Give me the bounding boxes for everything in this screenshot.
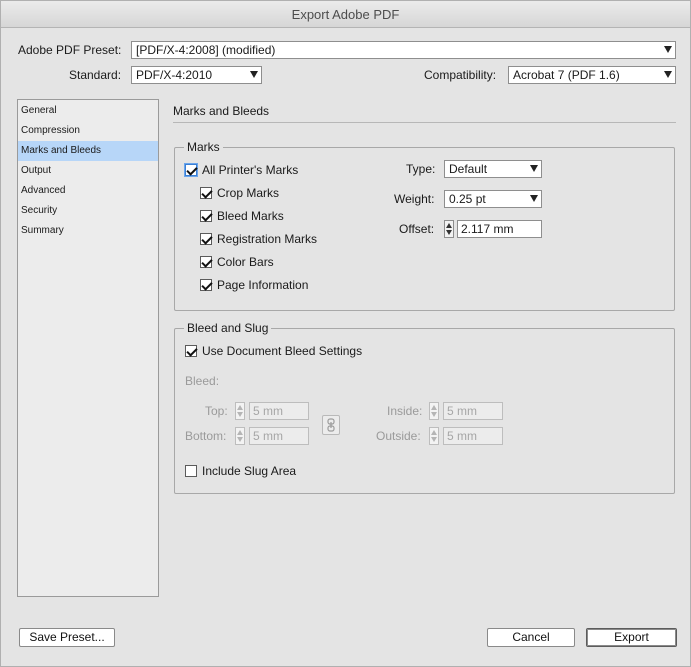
page-information-label: Page Information xyxy=(217,278,309,292)
preset-select[interactable]: [PDF/X-4:2008] (modified) xyxy=(131,41,676,59)
crop-marks-checkbox[interactable]: Crop Marks xyxy=(200,185,279,201)
checkmark-icon xyxy=(200,210,212,222)
crop-marks-label: Crop Marks xyxy=(217,186,280,200)
top-stepper-icon[interactable] xyxy=(235,402,245,420)
bottom-stepper-icon[interactable] xyxy=(235,427,245,445)
panel-divider xyxy=(173,122,676,123)
save-preset-button[interactable]: Save Preset... xyxy=(19,628,115,647)
type-select[interactable]: Default xyxy=(444,160,542,178)
window-title: Export Adobe PDF xyxy=(1,1,690,28)
compatibility-value: Acrobat 7 (PDF 1.6) xyxy=(513,68,620,82)
inside-stepper-icon[interactable] xyxy=(429,402,439,420)
checkmark-icon xyxy=(185,345,197,357)
bleed-marks-label: Bleed Marks xyxy=(217,209,284,223)
chevron-down-icon xyxy=(530,165,538,172)
color-bars-checkbox[interactable]: Color Bars xyxy=(200,254,274,270)
checkmark-icon xyxy=(185,164,197,176)
use-document-bleed-checkbox[interactable]: Use Document Bleed Settings xyxy=(185,343,362,359)
type-label: Type: xyxy=(406,162,436,176)
weight-value: 0.25 pt xyxy=(449,192,486,206)
bottom-label: Bottom: xyxy=(185,429,227,443)
marks-group-title: Marks xyxy=(184,140,223,154)
checkmark-icon xyxy=(200,256,212,268)
top-label: Top: xyxy=(205,404,228,418)
registration-marks-label: Registration Marks xyxy=(217,232,318,246)
checkmark-icon xyxy=(200,233,212,245)
sidebar-item-summary[interactable]: Summary xyxy=(18,221,158,241)
standard-label: Standard: xyxy=(69,68,122,82)
use-document-bleed-label: Use Document Bleed Settings xyxy=(202,344,363,358)
chevron-down-icon xyxy=(664,46,672,53)
color-bars-label: Color Bars xyxy=(217,255,274,269)
bleed-slug-group-title: Bleed and Slug xyxy=(184,321,272,335)
include-slug-checkbox[interactable]: Include Slug Area xyxy=(185,463,296,479)
chevron-down-icon xyxy=(530,195,538,202)
inside-label: Inside: xyxy=(387,404,423,418)
page-information-checkbox[interactable]: Page Information xyxy=(200,277,308,293)
weight-label: Weight: xyxy=(394,192,435,206)
sidebar-item-security[interactable]: Security xyxy=(18,201,158,221)
include-slug-label: Include Slug Area xyxy=(202,464,297,478)
registration-marks-checkbox[interactable]: Registration Marks xyxy=(200,231,317,247)
compatibility-label: Compatibility: xyxy=(424,68,497,82)
top-input[interactable]: 5 mm xyxy=(249,402,309,420)
type-value: Default xyxy=(449,162,488,176)
checkmark-icon xyxy=(200,187,212,199)
offset-label: Offset: xyxy=(399,222,435,236)
sidebar-item-marks-and-bleeds[interactable]: Marks and Bleeds xyxy=(18,141,158,161)
bottom-input[interactable]: 5 mm xyxy=(249,427,309,445)
export-pdf-dialog: Export Adobe PDF Adobe PDF Preset: [PDF/… xyxy=(0,0,691,667)
outside-stepper-icon[interactable] xyxy=(429,427,439,445)
outside-input[interactable]: 5 mm xyxy=(443,427,503,445)
compatibility-select[interactable]: Acrobat 7 (PDF 1.6) xyxy=(508,66,676,84)
weight-select[interactable]: 0.25 pt xyxy=(444,190,542,208)
chain-link-icon[interactable] xyxy=(322,415,340,435)
bleed-label: Bleed: xyxy=(185,374,220,388)
chevron-down-icon xyxy=(664,71,672,78)
offset-input[interactable]: 2.117 mm xyxy=(457,220,542,238)
sidebar-item-compression[interactable]: Compression xyxy=(18,121,158,141)
panel-title: Marks and Bleeds xyxy=(173,104,270,118)
preset-value: [PDF/X-4:2008] (modified) xyxy=(136,43,276,57)
standard-value: PDF/X-4:2010 xyxy=(136,68,213,82)
sidebar-item-advanced[interactable]: Advanced xyxy=(18,181,158,201)
inside-input[interactable]: 5 mm xyxy=(443,402,503,420)
sidebar: General Compression Marks and Bleeds Out… xyxy=(17,99,159,597)
all-printers-marks-checkbox[interactable]: All Printer's Marks xyxy=(185,162,298,178)
checkmark-icon xyxy=(200,279,212,291)
sidebar-item-output[interactable]: Output xyxy=(18,161,158,181)
cancel-button[interactable]: Cancel xyxy=(487,628,575,647)
checkbox-empty-icon xyxy=(185,465,197,477)
export-button[interactable]: Export xyxy=(586,628,677,647)
bleed-marks-checkbox[interactable]: Bleed Marks xyxy=(200,208,284,224)
outside-label: Outside: xyxy=(376,429,421,443)
all-printers-marks-label: All Printer's Marks xyxy=(202,163,299,177)
standard-select[interactable]: PDF/X-4:2010 xyxy=(131,66,262,84)
sidebar-item-general[interactable]: General xyxy=(18,101,158,121)
preset-label: Adobe PDF Preset: xyxy=(18,43,122,57)
chevron-down-icon xyxy=(250,71,258,78)
offset-stepper-icon[interactable] xyxy=(444,220,454,238)
